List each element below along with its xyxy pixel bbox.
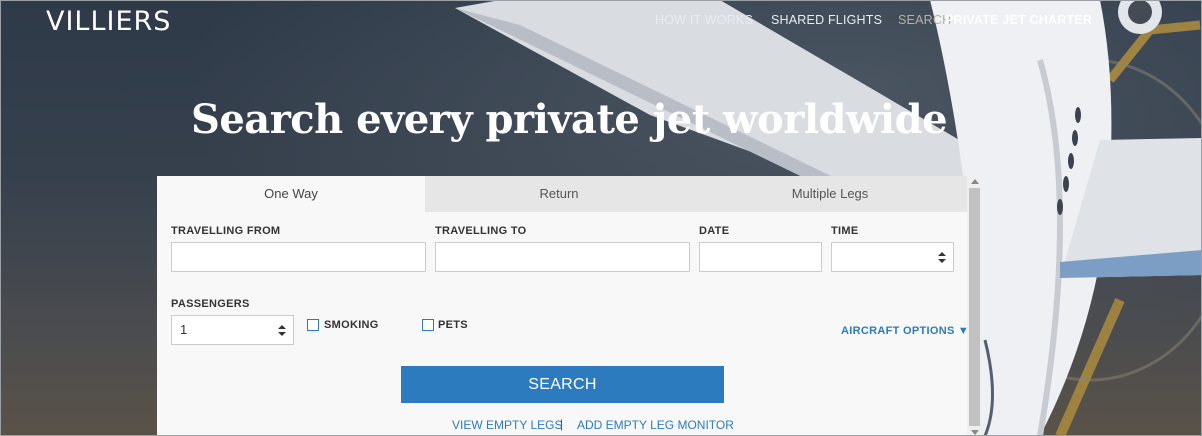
nav-shared-flights[interactable]: SHARED FLIGHTS — [771, 13, 882, 27]
date-label: DATE — [699, 225, 730, 237]
tab-multiple-legs[interactable]: Multiple Legs — [693, 176, 967, 212]
nav-private-jet-charter[interactable]: PRIVATE JET CHARTER — [945, 13, 1092, 27]
smoking-checkbox[interactable] — [307, 319, 319, 331]
smoking-label[interactable]: SMOKING — [324, 319, 379, 331]
travelling-to-input[interactable] — [435, 242, 690, 272]
travelling-from-input[interactable] — [171, 242, 426, 272]
time-select[interactable] — [831, 242, 954, 272]
search-button[interactable]: SEARCH — [401, 366, 724, 403]
main-nav: HOW IT WORKS SHARED FLIGHTS SEARCH PRIVA… — [0, 13, 1202, 33]
travelling-from-label: TRAVELLING FROM — [171, 225, 281, 237]
pets-label[interactable]: PETS — [438, 319, 468, 331]
headline-bold: every — [356, 96, 473, 143]
nav-how-it-works[interactable]: HOW IT WORKS — [655, 13, 753, 27]
time-label: TIME — [831, 225, 859, 237]
trip-type-tabs: One Way Return Multiple Legs — [157, 176, 967, 212]
pets-checkbox[interactable] — [422, 319, 434, 331]
add-empty-leg-monitor-link[interactable]: ADD EMPTY LEG MONITOR — [577, 418, 734, 432]
travelling-to-label: TRAVELLING TO — [435, 225, 527, 237]
tab-return[interactable]: Return — [425, 176, 693, 212]
headline-start: Search — [190, 96, 357, 143]
passengers-label: PASSENGERS — [171, 298, 250, 310]
hero-headline: Search every private jet worldwide — [0, 96, 1138, 143]
passengers-select-value: 1 — [180, 322, 188, 337]
view-empty-legs-link[interactable]: VIEW EMPTY LEGS — [452, 418, 562, 432]
scroll-thumb[interactable] — [969, 188, 980, 426]
panel-scrollbar[interactable] — [967, 176, 982, 436]
tab-one-way[interactable]: One Way — [157, 176, 425, 212]
search-panel: One Way Return Multiple Legs TRAVELLING … — [157, 176, 982, 436]
link-separator: | — [560, 417, 564, 431]
headline-end: private jet worldwide — [472, 96, 948, 143]
aircraft-options-toggle[interactable]: AIRCRAFT OPTIONS ▼ — [841, 325, 969, 337]
nav-search-prefix[interactable]: SEARCH — [898, 13, 951, 27]
passengers-select[interactable]: 1 — [171, 315, 294, 345]
scroll-down-arrow-icon[interactable] — [971, 430, 979, 435]
scroll-up-arrow-icon[interactable] — [971, 179, 979, 184]
select-arrows-icon — [278, 325, 286, 337]
date-input[interactable] — [699, 242, 822, 272]
select-arrows-icon — [938, 252, 946, 264]
